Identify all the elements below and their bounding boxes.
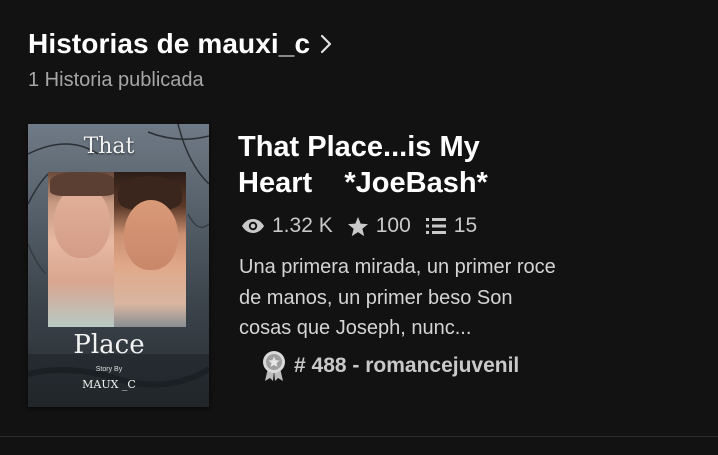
votes-stat: 100 (347, 214, 411, 238)
story-title[interactable]: That Place...is My Heart *JoeBash* (238, 129, 558, 201)
eye-icon (242, 219, 264, 233)
parts-stat: 15 (425, 214, 477, 238)
cover-title-bottom: Place (73, 330, 145, 360)
cover-author: MAUX _C (82, 378, 136, 391)
list-icon (425, 218, 446, 234)
cover-story-by: Story By (95, 366, 123, 373)
stories-header-link[interactable]: Historias de mauxi_c (28, 28, 332, 60)
votes-count: 100 (375, 214, 411, 237)
story-ranking[interactable]: # 488 - romancejuvenil (260, 350, 519, 382)
profile-stories-section: Historias de mauxi_c 1 Historia publicad… (0, 0, 718, 455)
section-divider (0, 436, 718, 437)
story-cover[interactable]: That Place Story By MAUX _C (28, 124, 209, 407)
cover-photo-right (114, 172, 186, 327)
cover-photo-left (48, 172, 118, 327)
story-description: Una primera mirada, un primer roce de ma… (239, 256, 556, 339)
views-stat: 1.32 K (241, 214, 333, 238)
chevron-right-icon (321, 34, 332, 54)
cover-title-top: That (83, 134, 135, 159)
parts-count: 15 (453, 214, 478, 237)
ranking-label: # 488 - romancejuvenil (294, 354, 520, 377)
award-ribbon-icon (263, 351, 285, 381)
stories-count: 1 Historia publicada (28, 69, 204, 91)
star-icon (347, 216, 368, 236)
story-card[interactable]: That Place Story By MAUX _C That Place..… (28, 124, 708, 414)
stories-header-title: Historias de mauxi_c (28, 28, 311, 59)
story-stats: 1.32 K 100 15 (241, 214, 491, 238)
views-count: 1.32 K (272, 214, 333, 237)
